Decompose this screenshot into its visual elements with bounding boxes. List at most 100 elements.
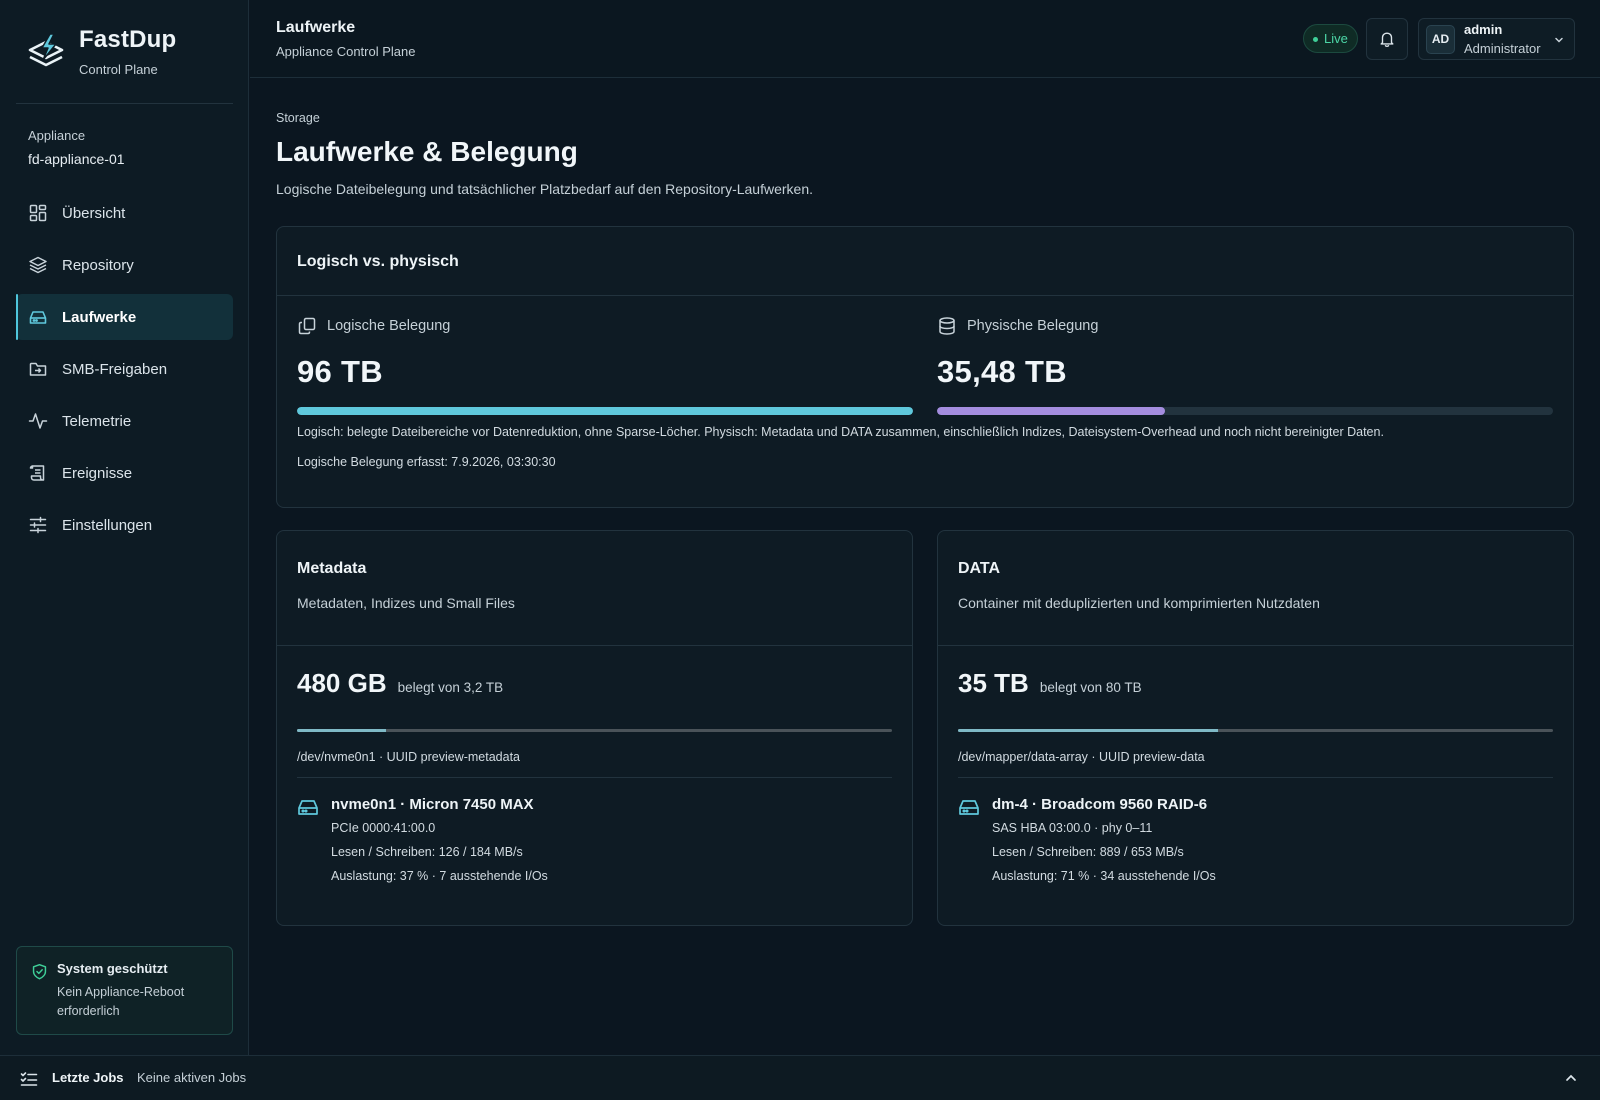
sliders-icon (29, 516, 47, 534)
divider (958, 777, 1553, 778)
logical-usage: Logische Belegung 96 TB (297, 316, 913, 415)
usage-value: 35,48 TB (937, 354, 1067, 389)
sidebar-item-telemetrie[interactable]: Telemetrie (16, 398, 233, 444)
sidebar-item-repository[interactable]: Repository (16, 242, 233, 288)
volume-body: 480 GB belegt von 3,2 TB /dev/nvme0n1 · … (277, 646, 912, 883)
brand-name: FastDup (79, 26, 177, 53)
volume-capacity: belegt von 3,2 TB (397, 680, 504, 695)
usage-label-text: Logische Belegung (327, 318, 451, 334)
brand-subtitle: Control Plane (79, 62, 158, 77)
sidebar-item-laufwerke[interactable]: Laufwerke (16, 294, 233, 340)
volume-header: DATA Container mit deduplizierten und ko… (938, 531, 1573, 646)
device-throughput: Lesen / Schreiben: 126 / 184 MB/s (331, 845, 523, 859)
breadcrumb[interactable]: Storage (276, 111, 320, 125)
device-title: nvme0n1 · Micron 7450 MAX (331, 796, 534, 813)
volume-card-metadata: Metadata Metadaten, Indizes und Small Fi… (276, 530, 913, 926)
volume-usage-bar (958, 729, 1553, 732)
captured-timestamp: Logische Belegung erfasst: 7.9.2026, 03:… (297, 455, 556, 469)
volume-title: DATA (958, 560, 1001, 577)
system-status-card: System geschützt Kein Appliance-Reboot e… (16, 946, 233, 1035)
volume-size: 35 TB belegt von 80 TB (958, 668, 1553, 699)
scroll-icon (29, 465, 45, 481)
sidebar-item-label: Einstellungen (62, 516, 153, 534)
sidebar-item-label: Übersicht (62, 204, 126, 222)
usage-label: Physische Belegung (937, 316, 1553, 336)
sidebar-item-label: Ereignisse (62, 464, 133, 482)
sidebar: FastDup Control Plane Appliance fd-appli… (0, 0, 249, 1055)
jobs-label: Letzte Jobs (52, 1070, 124, 1085)
device-load: Auslastung: 37 % · 7 ausstehende I/Os (331, 869, 548, 883)
sidebar-item-label: Laufwerke (62, 308, 137, 326)
chevron-up-icon[interactable] (1564, 1071, 1578, 1085)
volume-used: 480 GB (297, 668, 387, 698)
folder-share-icon (29, 362, 47, 376)
topbar: Laufwerke Appliance Control Plane Live A… (250, 0, 1600, 78)
page-title: Laufwerke & Belegung (276, 136, 578, 167)
sidebar-item-label: SMB-Freigaben (62, 360, 168, 378)
device-load: Auslastung: 71 % · 34 ausstehende I/Os (992, 869, 1216, 883)
shield-check-icon (32, 963, 47, 980)
volume-usage-bar-fill (297, 729, 387, 732)
volume-title: Metadata (297, 560, 367, 577)
sidebar-item-label: Telemetrie (62, 412, 132, 430)
divider (297, 777, 892, 778)
list-checks-icon (20, 1072, 38, 1086)
volume-path: /dev/nvme0n1 · UUID preview-metadata (297, 750, 521, 764)
volume-size: 480 GB belegt von 3,2 TB (297, 668, 892, 699)
volume-capacity: belegt von 80 TB (1039, 680, 1142, 695)
chevron-down-icon (1555, 37, 1563, 43)
logical-vs-physical-card: Logisch vs. physisch Logische Belegung 9… (276, 226, 1574, 508)
dashboard-icon (29, 204, 47, 222)
sidebar-item-label: Repository (62, 256, 134, 274)
volume-description: Container mit deduplizierten und komprim… (958, 595, 1320, 611)
physical-usage: Physische Belegung 35,48 TB (937, 316, 1553, 415)
sidebar-nav: Übersicht Repository Laufwerke SMB-Freig… (16, 190, 233, 554)
usage-bar-fill (297, 407, 913, 415)
notifications-button[interactable] (1366, 18, 1408, 60)
drive-icon (29, 311, 47, 324)
usage-label: Logische Belegung (297, 316, 913, 336)
volume-usage-bar-fill (958, 729, 1219, 732)
device-info: nvme0n1 · Micron 7450 MAX PCIe 0000:41:0… (297, 796, 892, 883)
usage-bar (937, 407, 1553, 415)
appliance-label: Appliance (28, 128, 86, 143)
volume-body: 35 TB belegt von 80 TB /dev/mapper/data-… (938, 646, 1573, 883)
appliance-name: fd-appliance-01 (28, 151, 125, 167)
hard-drive-icon (959, 800, 979, 815)
sidebar-item-uebersicht[interactable]: Übersicht (16, 190, 233, 236)
hard-drive-icon (298, 800, 318, 815)
usage-bar (297, 407, 913, 415)
user-role: Administrator (1464, 41, 1541, 56)
sidebar-item-ereignisse[interactable]: Ereignisse (16, 450, 233, 496)
sidebar-divider (16, 103, 233, 104)
device-info: dm-4 · Broadcom 9560 RAID-6 SAS HBA 03:0… (958, 796, 1553, 883)
layers-icon (29, 256, 47, 274)
brand[interactable]: FastDup Control Plane (26, 26, 176, 77)
volume-usage-bar (297, 729, 892, 732)
user-menu-button[interactable]: AD admin Administrator (1418, 18, 1575, 60)
card-header: Logisch vs. physisch (277, 227, 1573, 296)
device-bus: SAS HBA 03:00.0 · phy 0–11 (992, 821, 1153, 835)
volume-path: /dev/mapper/data-array · UUID preview-da… (958, 750, 1205, 764)
fastdup-logo-icon (28, 33, 64, 67)
appliance-info: Appliance fd-appliance-01 (28, 128, 125, 167)
device-title: dm-4 · Broadcom 9560 RAID-6 (992, 796, 1208, 813)
volume-header: Metadata Metadaten, Indizes und Small Fi… (277, 531, 912, 646)
volume-card-data: DATA Container mit deduplizierten und ko… (937, 530, 1574, 926)
jobs-status: Keine aktiven Jobs (137, 1070, 247, 1085)
sidebar-item-smb-freigaben[interactable]: SMB-Freigaben (16, 346, 233, 392)
recent-jobs-bar[interactable]: Letzte Jobs Keine aktiven Jobs (0, 1055, 1600, 1100)
bell-icon (1380, 32, 1394, 47)
copy-icon (298, 317, 316, 335)
device-bus: PCIe 0000:41:00.0 (331, 821, 436, 835)
status-title: System geschützt (57, 961, 168, 976)
device-throughput: Lesen / Schreiben: 889 / 653 MB/s (992, 845, 1184, 859)
user-name: admin (1464, 22, 1503, 37)
live-status-badge: Live (1303, 24, 1358, 53)
volume-description: Metadaten, Indizes und Small Files (297, 595, 515, 611)
topbar-title: Laufwerke (276, 19, 356, 36)
volume-used: 35 TB (958, 668, 1029, 698)
usage-label-text: Physische Belegung (967, 318, 1099, 334)
sidebar-item-einstellungen[interactable]: Einstellungen (16, 502, 233, 548)
database-icon (939, 317, 955, 335)
